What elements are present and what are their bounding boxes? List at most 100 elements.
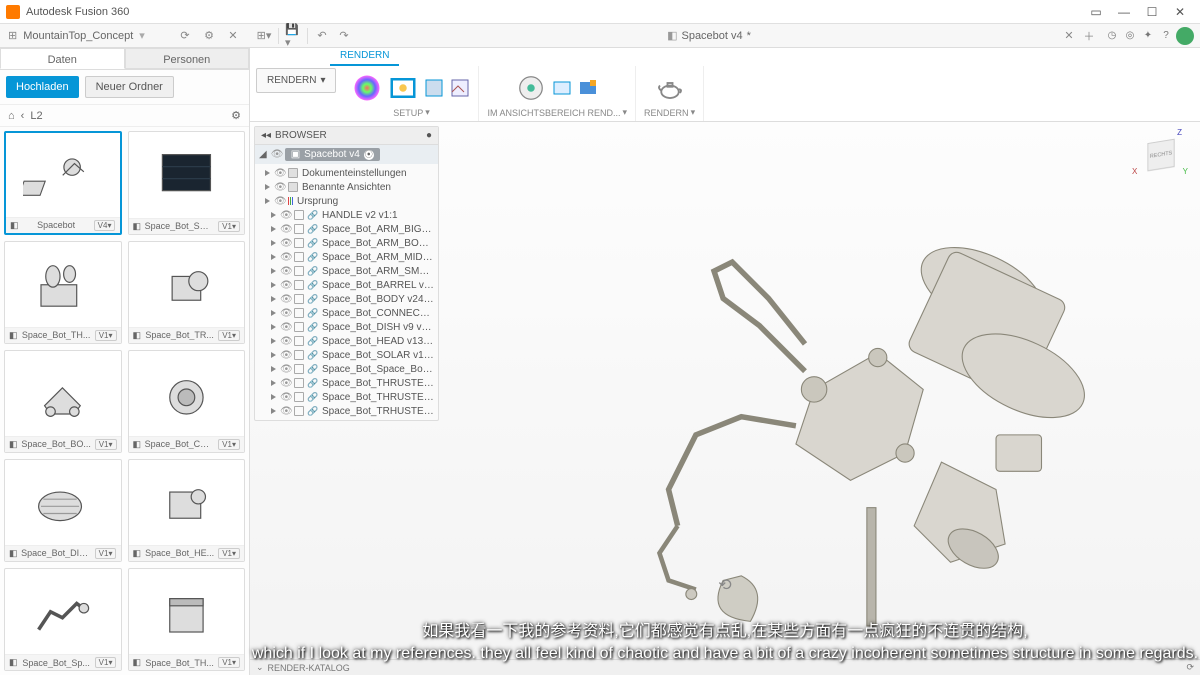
upload-button[interactable]: Hochladen: [6, 76, 79, 98]
tree-component[interactable]: 👁🔗Space_Bot_CONNECTOR v5 ...: [255, 306, 438, 320]
visibility-icon[interactable]: 👁: [280, 378, 290, 389]
tree-component[interactable]: 👁🔗Space_Bot_THRUSTERS_3 v...: [255, 390, 438, 404]
tree-component[interactable]: 👁🔗Space_Bot_DISH v9 v1:1: [255, 320, 438, 334]
texture-map-icon[interactable]: [424, 78, 444, 98]
version-badge[interactable]: V1▾: [95, 439, 117, 450]
version-badge[interactable]: V1▾: [95, 657, 117, 668]
new-tab-icon[interactable]: ＋: [1080, 27, 1098, 45]
expand-icon[interactable]: [271, 212, 276, 218]
version-badge[interactable]: V1▾: [218, 221, 240, 232]
asset-thumb[interactable]: ◧Space_Bot_SOL...V1▾: [128, 131, 246, 235]
expand-icon[interactable]: [271, 324, 276, 330]
browser-pin-icon[interactable]: ●: [426, 130, 432, 141]
canvas-render-icon[interactable]: [552, 78, 572, 98]
collapse-catalog-icon[interactable]: ⌄: [256, 662, 264, 673]
tree-component[interactable]: 👁🔗Space_Bot_SOLAR v10 v1:1: [255, 348, 438, 362]
tree-component[interactable]: 👁🔗Space_Bot_TRHUSTERS_1 v...: [255, 404, 438, 418]
tab-people[interactable]: Personen: [125, 48, 250, 69]
asset-thumb[interactable]: ◧Space_Bot_TH...V1▾: [128, 568, 246, 671]
expand-icon[interactable]: [271, 366, 276, 372]
visibility-icon[interactable]: 👁: [280, 322, 290, 333]
home-icon[interactable]: ⌂: [8, 110, 15, 122]
extension-icon[interactable]: ▭: [1082, 2, 1110, 22]
orbit-gizmo-icon[interactable]: ⟲: [718, 575, 731, 595]
settings-icon[interactable]: ⚙: [200, 27, 218, 45]
collapse-icon[interactable]: ◂◂: [261, 130, 271, 141]
tree-component[interactable]: 👁🔗Space_Bot_BARREL v18 v1:1: [255, 278, 438, 292]
tree-component[interactable]: 👁🔗Space_Bot_ARM_BONUS v11...: [255, 236, 438, 250]
minimize-button[interactable]: —: [1110, 2, 1138, 22]
status-refresh-icon[interactable]: ⟳: [1186, 662, 1194, 673]
activate-icon[interactable]: ⦿: [364, 150, 374, 160]
visibility-icon[interactable]: 👁: [280, 336, 290, 347]
asset-thumb[interactable]: ◧Space_Bot_DIS...V1▾: [4, 459, 122, 562]
expand-icon[interactable]: [271, 408, 276, 414]
job-status-icon[interactable]: ✦: [1140, 28, 1156, 44]
expand-icon[interactable]: [271, 254, 276, 260]
visibility-icon[interactable]: 👁: [274, 182, 284, 193]
tab-data[interactable]: Daten: [0, 48, 125, 69]
asset-thumb[interactable]: ◧Space_Bot_TR...V1▾: [128, 241, 246, 344]
visibility-icon[interactable]: 👁: [274, 196, 284, 207]
new-folder-button[interactable]: Neuer Ordner: [85, 76, 174, 98]
viewcube-face[interactable]: RECHTS: [1147, 139, 1174, 172]
gear-icon[interactable]: ⚙: [231, 109, 241, 122]
tab-close-icon[interactable]: ✕: [1060, 27, 1078, 45]
expand-icon[interactable]: [265, 184, 270, 190]
tree-component[interactable]: 👁🔗Space_Bot_BODY v24 v1:1: [255, 292, 438, 306]
notifications-icon[interactable]: ◷: [1104, 28, 1120, 44]
version-badge[interactable]: V1▾: [95, 330, 117, 341]
expand-icon[interactable]: [271, 380, 276, 386]
expand-icon[interactable]: [271, 338, 276, 344]
inview-render-icon[interactable]: [516, 73, 546, 103]
expand-icon[interactable]: [271, 394, 276, 400]
version-badge[interactable]: V1▾: [218, 330, 240, 341]
tree-component[interactable]: 👁🔗Space_Bot_ARM_BIG v16 v1:1: [255, 222, 438, 236]
extensions-icon[interactable]: ◎: [1122, 28, 1138, 44]
decal-icon[interactable]: [450, 78, 470, 98]
appearance-icon[interactable]: [352, 73, 382, 103]
chevron-down-icon[interactable]: ▾: [623, 107, 628, 118]
expand-icon[interactable]: [271, 352, 276, 358]
scene-settings-icon[interactable]: [388, 73, 418, 103]
status-catalog[interactable]: RENDER-KATALOG: [268, 663, 350, 673]
chevron-down-icon[interactable]: ▾: [691, 107, 696, 118]
expand-icon[interactable]: [265, 198, 270, 204]
viewport[interactable]: ◂◂BROWSER ● ◢ 👁 ▣Spacebot v4⦿ 👁Dokumente…: [250, 122, 1200, 675]
asset-thumb[interactable]: ◧Space_Bot_HE...V1▾: [128, 459, 246, 562]
asset-thumb[interactable]: ◧Space_Bot_CO...V1▾: [128, 350, 246, 453]
version-badge[interactable]: V1▾: [218, 439, 240, 450]
version-badge[interactable]: V1▾: [218, 548, 240, 559]
browser-root-node[interactable]: ◢ 👁 ▣Spacebot v4⦿: [255, 145, 438, 164]
undo-icon[interactable]: ↶: [314, 28, 330, 44]
breadcrumb[interactable]: ⌂ ‹ L2 ⚙: [0, 105, 249, 127]
ribbon-tab-render[interactable]: RENDERN: [330, 48, 399, 66]
help-icon[interactable]: ?: [1158, 28, 1174, 44]
tree-component[interactable]: 👁🔗Space_Bot_HEAD v13 v1:1: [255, 334, 438, 348]
tree-component[interactable]: 👁🔗Space_Bot_ARM_SMALL v7 ...: [255, 264, 438, 278]
capture-icon[interactable]: [578, 78, 598, 98]
expand-icon[interactable]: [265, 170, 270, 176]
visibility-icon[interactable]: 👁: [280, 392, 290, 403]
tree-component[interactable]: 👁🔗HANDLE v2 v1:1: [255, 208, 438, 222]
visibility-icon[interactable]: 👁: [274, 168, 284, 179]
chevron-left-icon[interactable]: ‹: [21, 110, 25, 122]
viewcube[interactable]: RECHTS Z Y X: [1138, 132, 1184, 178]
tree-component[interactable]: 👁🔗Space_Bot_THRUSTERS_2 v...: [255, 376, 438, 390]
tree-folder[interactable]: 👁Ursprung: [255, 194, 438, 208]
visibility-icon[interactable]: 👁: [280, 210, 290, 221]
tree-component[interactable]: 👁🔗Space_Bot_ARM_MID v14 v1:1: [255, 250, 438, 264]
data-panel-icon[interactable]: ⊞: [8, 29, 17, 42]
asset-thumb[interactable]: ◧Space_Bot_Sp...V1▾: [4, 568, 122, 671]
chevron-down-icon[interactable]: ▾: [425, 107, 430, 118]
document-tab[interactable]: ◧ Spacebot v4*: [659, 27, 759, 44]
panel-close-icon[interactable]: ✕: [224, 27, 242, 45]
expand-icon[interactable]: [271, 296, 276, 302]
expand-icon[interactable]: [271, 310, 276, 316]
asset-thumb[interactable]: ◧Space_Bot_BO...V1▾: [4, 350, 122, 453]
render-workspace-button[interactable]: RENDERN▾: [256, 68, 336, 93]
render-teapot-icon[interactable]: [655, 73, 685, 103]
asset-thumb[interactable]: ◧Space_Bot_TH...V1▾: [4, 241, 122, 344]
project-dropdown-icon[interactable]: ▾: [139, 29, 145, 42]
save-icon[interactable]: 💾▾: [285, 28, 301, 44]
